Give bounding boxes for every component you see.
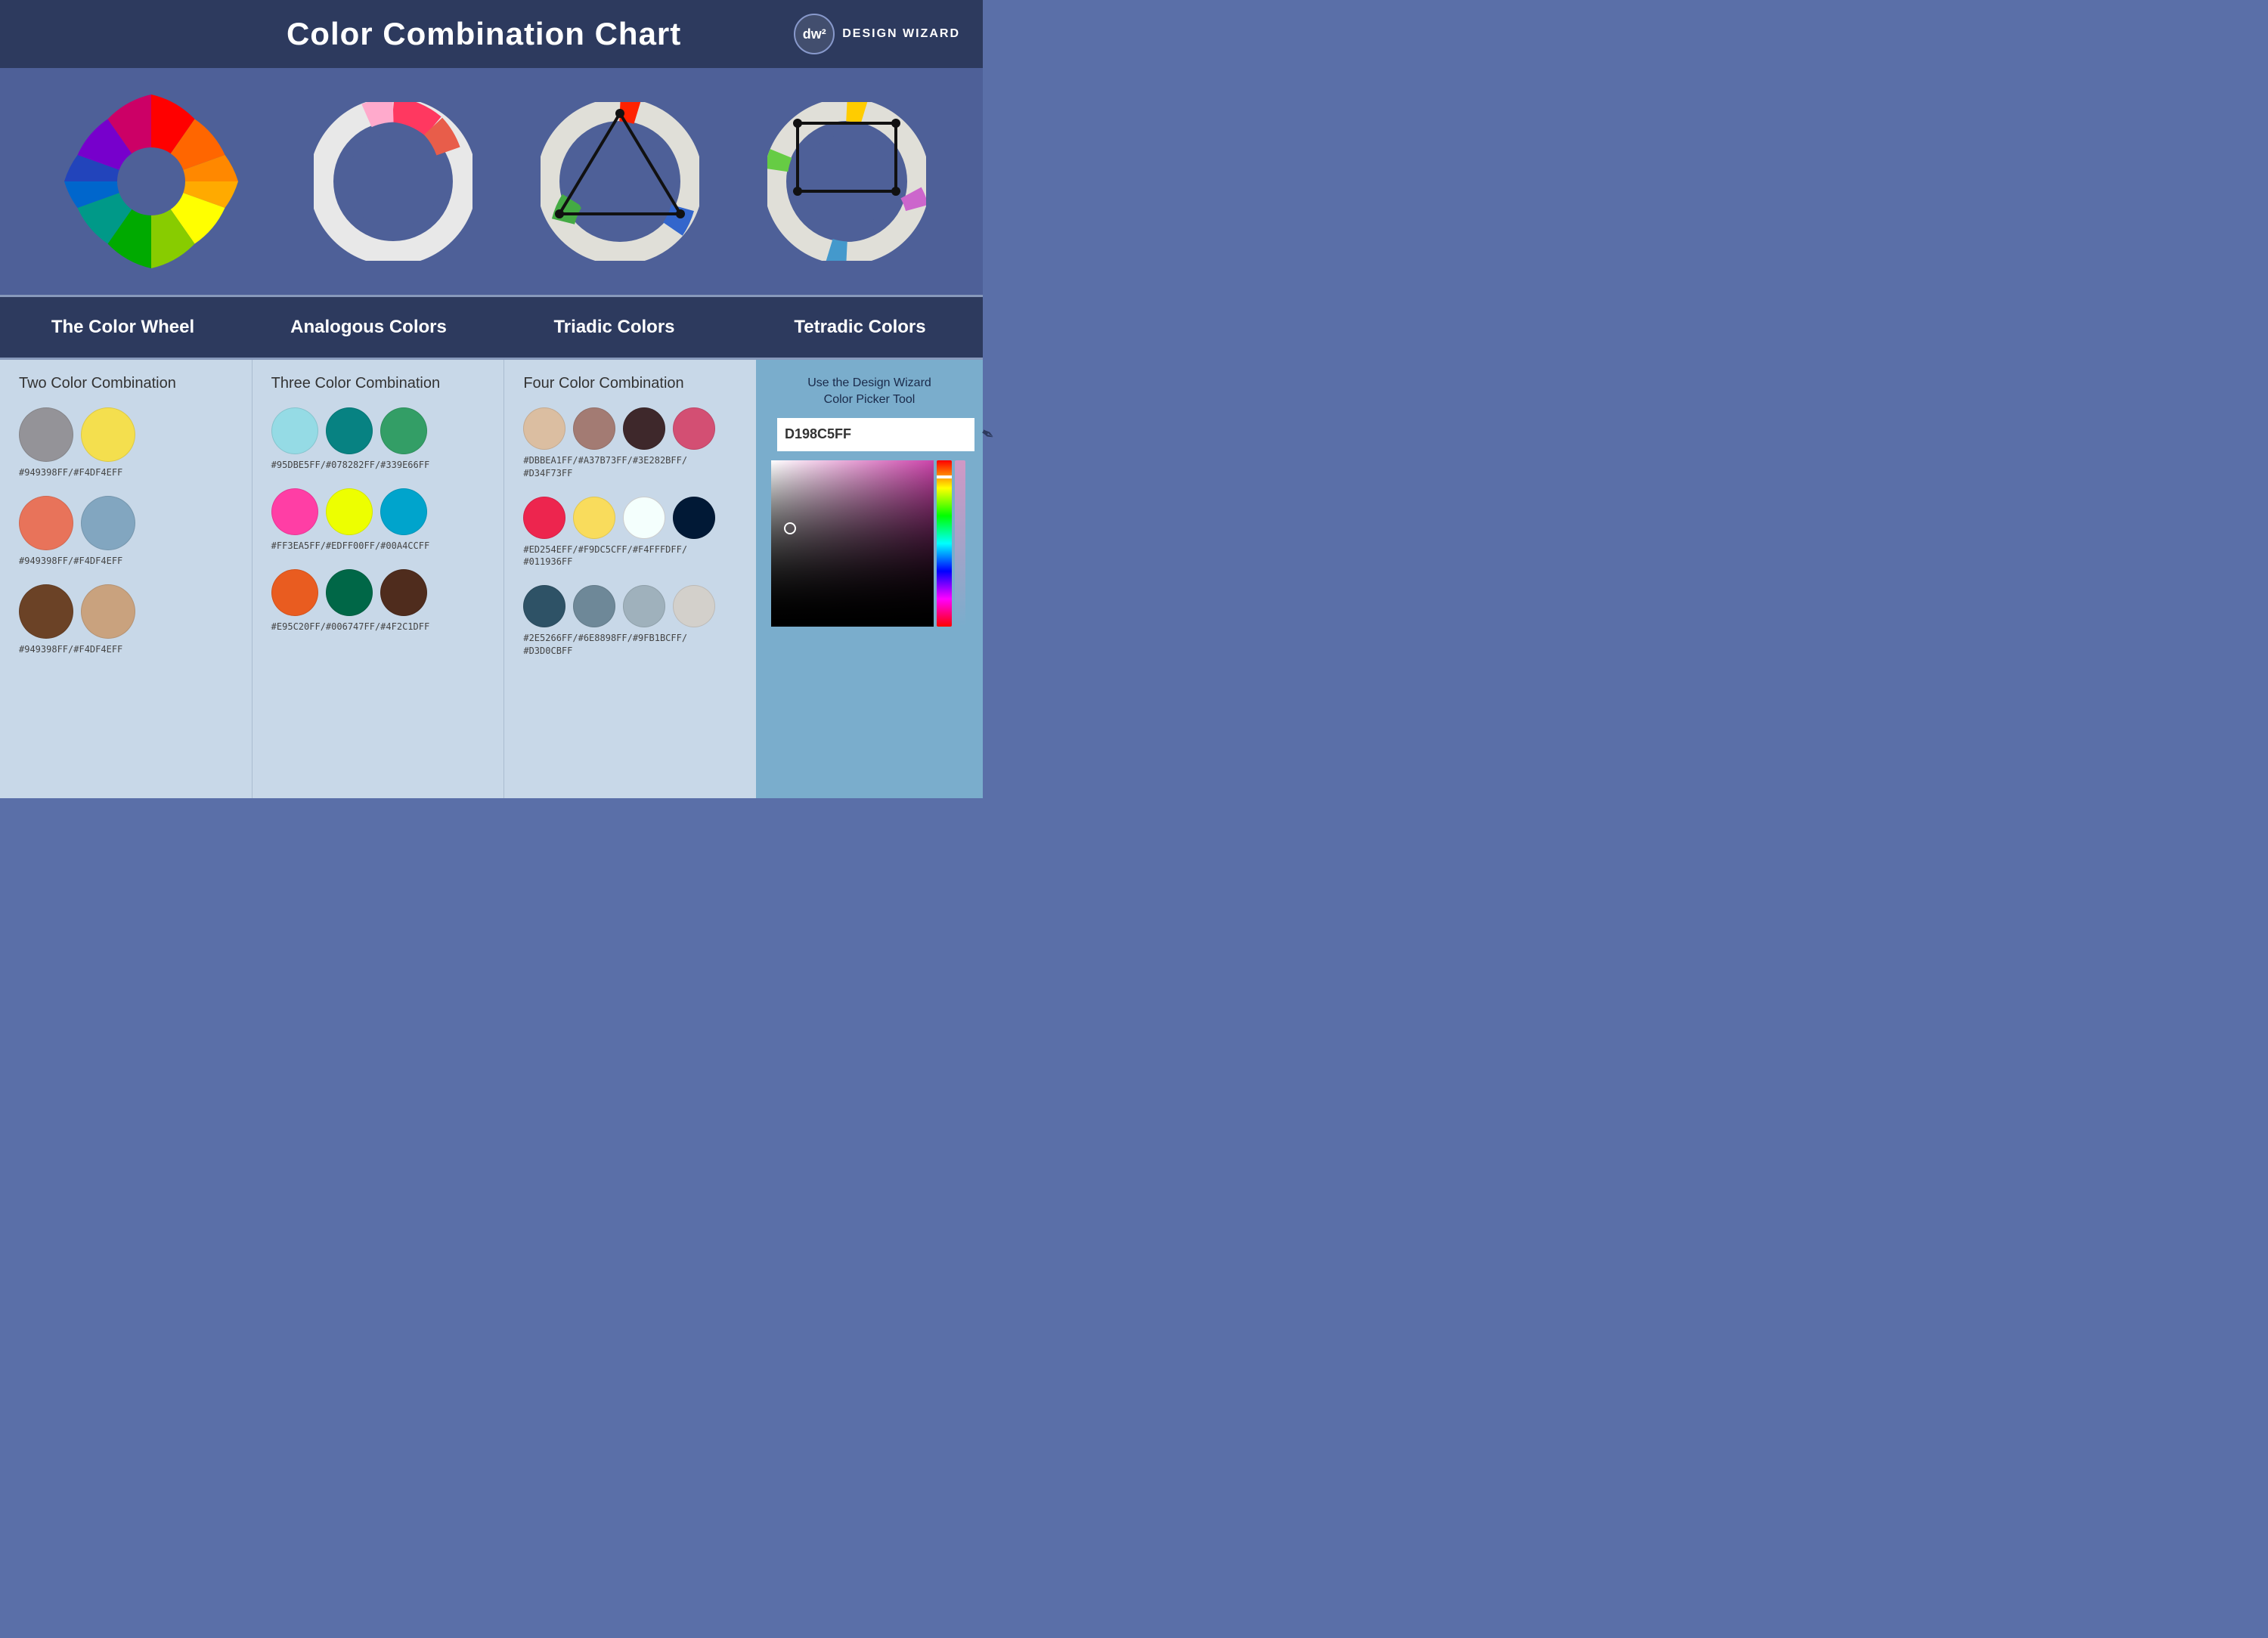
circle-tan-3: [81, 584, 135, 639]
two-color-group-2: #949398FF/#F4DF4EFF: [19, 496, 233, 568]
tetradic-svg: [767, 102, 926, 261]
three-color-group-1: #95DBE5FF/#078282FF/#339E66FF: [271, 407, 485, 472]
circle-crimson-2: [523, 497, 565, 539]
three-color-circles-3: [271, 569, 485, 616]
circle-yellow-1: [81, 407, 135, 462]
wheel-diagrams-section: [0, 68, 983, 295]
label-tetradic: Tetradic Colors: [737, 311, 983, 344]
three-color-circles-2: [271, 488, 485, 535]
two-color-circles-2: [19, 496, 233, 550]
circle-gray-1: [19, 407, 73, 462]
three-color-group-3: #E95C20FF/#006747FF/#4F2C1DFF: [271, 569, 485, 633]
color-wheel-svg: [57, 87, 246, 276]
color-wheel-diagram: [53, 83, 249, 280]
circle-darkbrown-1: [623, 407, 665, 450]
two-color-label-1: #949398FF/#F4DF4EFF: [19, 466, 233, 479]
four-color-group-2: #ED254EFF/#F9DC5CFF/#F4FFFDFF/#011936FF: [523, 497, 737, 569]
four-color-col: Four Color Combination #DBBEA1FF/#A37B73…: [504, 360, 756, 798]
hex-input[interactable]: [777, 418, 974, 451]
triadic-ring: [537, 98, 703, 265]
main-content: Two Color Combination #949398FF/#F4DF4EF…: [0, 360, 983, 798]
four-color-circles-3: [523, 585, 737, 627]
circle-ltblue-1: [271, 407, 318, 454]
three-color-title: Three Color Combination: [271, 375, 485, 392]
label-triadic: Triadic Colors: [491, 311, 737, 344]
logo-text: DESIGN WIZARD: [842, 27, 960, 41]
four-color-label-2: #ED254EFF/#F9DC5CFF/#F4FFFDFF/#011936FF: [523, 543, 737, 569]
picker-cursor[interactable]: [784, 522, 796, 534]
circle-brown-3: [19, 584, 73, 639]
circle-dkgreen-3: [326, 569, 373, 616]
two-color-group-3: #949398FF/#F4DF4EFF: [19, 584, 233, 656]
hue-slider: [937, 475, 952, 478]
circle-gold-2: [573, 497, 615, 539]
logo-icon: dw²: [794, 14, 835, 54]
circle-pink-2: [271, 488, 318, 535]
circle-steelblue-3: [573, 585, 615, 627]
circle-green-1: [380, 407, 427, 454]
circle-beige-1: [523, 407, 565, 450]
combos-section: Two Color Combination #949398FF/#F4DF4EF…: [0, 360, 756, 798]
two-color-circles-1: [19, 407, 233, 462]
gradient-main[interactable]: [771, 460, 934, 627]
four-color-circles-1: [523, 407, 737, 450]
hue-bar[interactable]: [937, 460, 952, 627]
color-picker-panel: Use the Design Wizard Color Picker Tool …: [756, 360, 983, 798]
circle-warmgray-3: [673, 585, 715, 627]
analogous-svg: [314, 102, 472, 261]
gradient-picker-row: [771, 460, 968, 627]
wheel-labels: The Color Wheel Analogous Colors Triadic…: [0, 297, 983, 358]
four-color-label-1: #DBBEA1FF/#A37B73FF/#3E282BFF/#D34F73FF: [523, 454, 737, 480]
analogous-ring: [310, 98, 476, 265]
label-color-wheel: The Color Wheel: [0, 311, 246, 344]
tetradic-ring: [764, 98, 930, 265]
circle-yellow-2: [326, 488, 373, 535]
three-color-label-1: #95DBE5FF/#078282FF/#339E66FF: [271, 459, 485, 472]
circle-mauve-1: [573, 407, 615, 450]
logo-abbr: dw²: [803, 26, 826, 42]
circle-cyan-2: [380, 488, 427, 535]
two-color-label-3: #949398FF/#F4DF4EFF: [19, 643, 233, 656]
two-color-col: Two Color Combination #949398FF/#F4DF4EF…: [0, 360, 253, 798]
alpha-bar[interactable]: [955, 460, 965, 627]
two-color-title: Two Color Combination: [19, 375, 233, 392]
circle-teal-1: [326, 407, 373, 454]
picker-title: Use the Design Wizard Color Picker Tool: [807, 375, 931, 409]
three-color-label-3: #E95C20FF/#006747FF/#4F2C1DFF: [271, 621, 485, 633]
three-color-label-2: #FF3EA5FF/#EDFF00FF/#00A4CCFF: [271, 540, 485, 553]
color-input-row[interactable]: ✒: [771, 418, 968, 451]
two-color-circles-3: [19, 584, 233, 639]
four-color-label-3: #2E5266FF/#6E8898FF/#9FB1BCFF/#D3D0CBFF: [523, 632, 737, 658]
circle-dkbrown-3: [380, 569, 427, 616]
four-color-title: Four Color Combination: [523, 375, 737, 392]
four-color-group-3: #2E5266FF/#6E8898FF/#9FB1BCFF/#D3D0CBFF: [523, 585, 737, 658]
page-title: Color Combination Chart: [174, 16, 794, 52]
circle-ltsteelblue-3: [623, 585, 665, 627]
circle-blue-2: [81, 496, 135, 550]
three-color-circles-1: [271, 407, 485, 454]
header: Color Combination Chart dw² DESIGN WIZAR…: [0, 0, 983, 68]
logo: dw² DESIGN WIZARD: [794, 14, 960, 54]
eyedropper-icon[interactable]: ✒: [977, 423, 999, 447]
triadic-svg: [541, 102, 699, 261]
four-color-circles-2: [523, 497, 737, 539]
four-color-group-1: #DBBEA1FF/#A37B73FF/#3E282BFF/#D34F73FF: [523, 407, 737, 480]
three-color-group-2: #FF3EA5FF/#EDFF00FF/#00A4CCFF: [271, 488, 485, 553]
circle-navy-2: [673, 497, 715, 539]
two-color-label-2: #949398FF/#F4DF4EFF: [19, 555, 233, 568]
label-analogous: Analogous Colors: [246, 311, 491, 344]
circle-salmon-2: [19, 496, 73, 550]
circle-white-2: [623, 497, 665, 539]
two-color-group-1: #949398FF/#F4DF4EFF: [19, 407, 233, 479]
circle-orange-3: [271, 569, 318, 616]
three-color-col: Three Color Combination #95DBE5FF/#07828…: [253, 360, 505, 798]
circle-slate-3: [523, 585, 565, 627]
circle-rose-1: [673, 407, 715, 450]
